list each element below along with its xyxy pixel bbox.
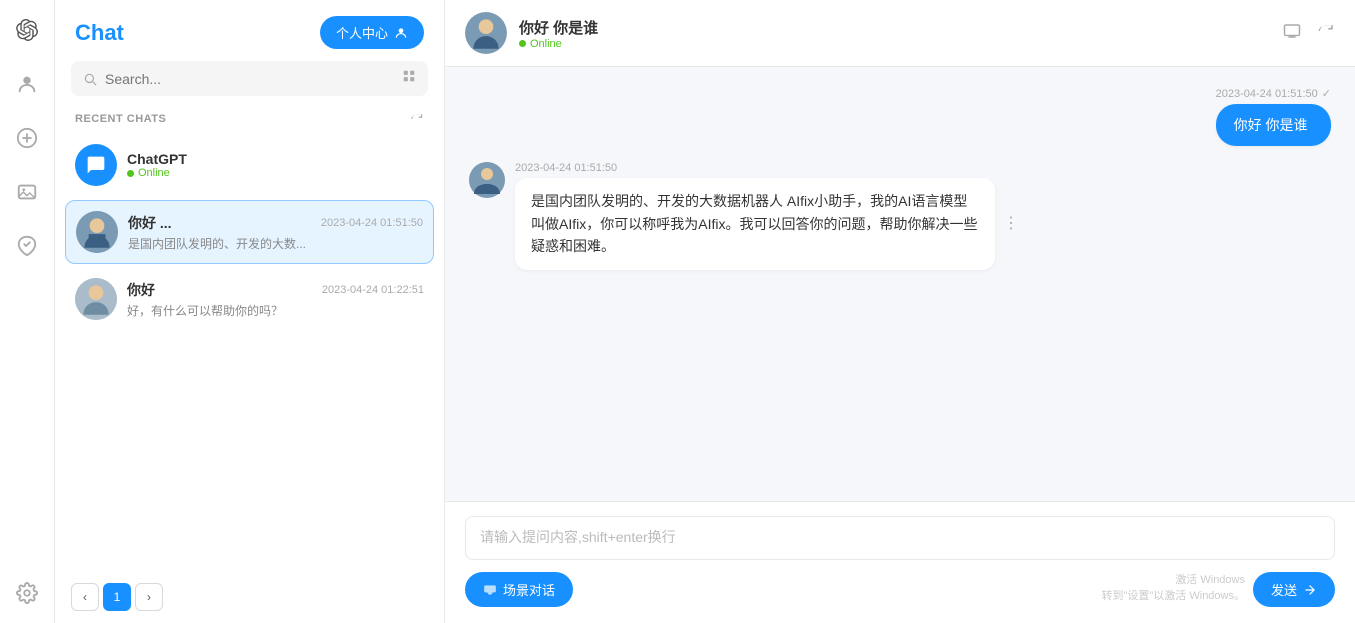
message-input[interactable]: 请输入提问内容,shift+enter换行	[465, 516, 1335, 560]
chat-name-nihao2: 你好	[127, 280, 155, 300]
prev-page-btn[interactable]: ‹	[71, 583, 99, 611]
openai-logo-icon[interactable]	[9, 12, 45, 48]
plus-icon-btn[interactable]	[9, 120, 45, 156]
chat-info-chatgpt: ChatGPT Online	[127, 151, 424, 179]
input-actions: 场景对话 激活 Windows 转到"设置"以激活 Windows。 发送	[465, 572, 1335, 607]
chat-preview-nihao1: 是国内团队发明的、开发的大数...	[128, 235, 328, 252]
settings-icon-btn[interactable]	[9, 575, 45, 611]
chat-item-chatgpt[interactable]: ChatGPT Online	[65, 134, 434, 196]
message-row-received: 2023-04-24 01:51:50 是国内团队发明的、开发的大数据机器人 A…	[469, 162, 1331, 269]
recent-chats-label: RECENT CHATS	[55, 108, 444, 134]
header-online-badge: Online	[519, 38, 598, 50]
sidebar: Chat 个人中心 RECENT CHATS	[55, 0, 445, 623]
message-content-received: 2023-04-24 01:51:50 是国内团队发明的、开发的大数据机器人 A…	[515, 162, 995, 269]
pagination: ‹ 1 ›	[55, 571, 444, 623]
chat-item-nihao1[interactable]: 你好 ... 2023-04-24 01:51:50 是国内团队发明的、开发的大…	[65, 200, 434, 264]
header-name-status: 你好 你是谁 Online	[519, 17, 598, 50]
refresh-icon-btn[interactable]	[1317, 22, 1335, 45]
messages-area: 2023-04-24 01:51:50 ✓ 你好 你是谁 2023-04-24 …	[445, 67, 1355, 501]
chat-time-nihao1: 2023-04-24 01:51:50	[321, 217, 423, 229]
chat-time-nihao2: 2023-04-24 01:22:51	[322, 284, 424, 296]
message-row-sent: 2023-04-24 01:51:50 ✓ 你好 你是谁	[469, 87, 1331, 146]
bookmark-icon-btn[interactable]	[9, 228, 45, 264]
chat-info-nihao1: 你好 ... 2023-04-24 01:51:50 是国内团队发明的、开发的大…	[128, 213, 423, 252]
chat-header-left: 你好 你是谁 Online	[465, 12, 598, 54]
input-area: 请输入提问内容,shift+enter换行 场景对话 激活 Windows 转到…	[445, 501, 1355, 623]
chat-avatar-chatgpt	[75, 144, 117, 186]
image-icon-btn[interactable]	[9, 174, 45, 210]
chat-preview-nihao2: 好，有什么可以帮助你的吗？	[127, 302, 327, 319]
main-chat: 你好 你是谁 Online	[445, 0, 1355, 623]
chat-header: 你好 你是谁 Online	[445, 0, 1355, 67]
chat-name-nihao1: 你好 ...	[128, 213, 172, 233]
header-name: 你好 你是谁	[519, 17, 598, 38]
online-dot	[127, 170, 134, 177]
header-online-dot	[519, 40, 526, 47]
chat-avatar-nihao1	[76, 211, 118, 253]
personal-center-button[interactable]: 个人中心	[320, 16, 424, 49]
sidebar-header: Chat 个人中心	[55, 0, 444, 61]
send-area: 激活 Windows 转到"设置"以激活 Windows。 发送	[1253, 572, 1335, 607]
grid-icon[interactable]	[402, 69, 416, 88]
next-page-btn[interactable]: ›	[135, 583, 163, 611]
chatgpt-online-badge: Online	[127, 167, 424, 179]
windows-watermark: 激活 Windows 转到"设置"以激活 Windows。	[1102, 571, 1246, 603]
icon-rail	[0, 0, 55, 623]
sent-bubble: 你好 你是谁	[1216, 104, 1331, 146]
chat-list: ChatGPT Online 你好 ...	[55, 134, 444, 571]
more-options-btn[interactable]: ⋮	[1003, 211, 1019, 237]
search-icon	[83, 72, 97, 86]
received-avatar	[469, 162, 505, 198]
header-actions	[1283, 22, 1335, 45]
sent-time-row: 2023-04-24 01:51:50 ✓	[1216, 87, 1331, 100]
sidebar-title: Chat	[75, 20, 124, 46]
screen-icon-btn[interactable]	[1283, 22, 1301, 45]
search-input[interactable]	[105, 71, 394, 87]
chat-name-chatgpt: ChatGPT	[127, 151, 187, 167]
refresh-icon-small[interactable]	[410, 112, 424, 126]
received-bubble: 是国内团队发明的、开发的大数据机器人 AIfix小助手，我的AI语言模型叫做AI…	[515, 178, 995, 269]
user-icon-btn[interactable]	[9, 66, 45, 102]
chat-info-nihao2: 你好 2023-04-24 01:22:51 好，有什么可以帮助你的吗？	[127, 280, 424, 319]
chat-item-nihao2[interactable]: 你好 2023-04-24 01:22:51 好，有什么可以帮助你的吗？	[65, 268, 434, 330]
scene-dialog-button[interactable]: 场景对话	[465, 572, 573, 607]
chat-avatar-nihao2	[75, 278, 117, 320]
page-1-btn[interactable]: 1	[103, 583, 131, 611]
send-button[interactable]: 发送	[1253, 572, 1335, 607]
search-bar	[71, 61, 428, 96]
message-content-sent: 2023-04-24 01:51:50 ✓ 你好 你是谁	[1216, 87, 1331, 146]
received-time: 2023-04-24 01:51:50	[515, 162, 995, 174]
header-avatar	[465, 12, 507, 54]
